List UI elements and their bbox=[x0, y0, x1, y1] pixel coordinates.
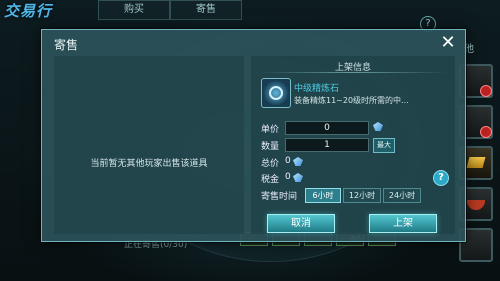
empty-listings-message: 当前暂无其他玩家出售该道具 bbox=[90, 159, 208, 169]
unit-price-input[interactable]: 0 bbox=[285, 121, 369, 135]
dialog-title: 寄售 bbox=[54, 38, 79, 52]
quantity-label: 数量 bbox=[261, 142, 280, 152]
divider bbox=[259, 72, 447, 73]
item-core-icon bbox=[269, 86, 283, 100]
unit-price-label: 单价 bbox=[261, 125, 280, 135]
quantity-input[interactable]: 1 bbox=[285, 138, 369, 152]
close-icon[interactable]: ✕ bbox=[439, 34, 457, 52]
consign-dialog: 寄售 ✕ 当前暂无其他玩家出售该道具 上架信息 中级精炼石 装备精炼11~20级… bbox=[41, 29, 466, 242]
tax-label: 税金 bbox=[261, 175, 280, 185]
refining-stone-icon[interactable] bbox=[261, 78, 291, 108]
other-listings-pane: 当前暂无其他玩家出售该道具 bbox=[54, 56, 244, 234]
list-item-button[interactable]: 上架 bbox=[369, 214, 437, 233]
max-quantity-button[interactable]: 最大 bbox=[373, 138, 395, 153]
cancel-button[interactable]: 取消 bbox=[267, 214, 335, 233]
total-price-value: 0 bbox=[285, 156, 291, 166]
duration-12h-button[interactable]: 12小时 bbox=[343, 188, 381, 203]
listing-info-pane: 上架信息 中级精炼石 装备精炼11~20级时所需的中... 单价 0 数量 1 … bbox=[251, 56, 455, 234]
locked-mark-icon bbox=[480, 85, 492, 97]
item-name: 中级精炼石 bbox=[294, 84, 340, 94]
tab-consign[interactable]: 寄售 bbox=[170, 0, 242, 20]
duration-24h-button[interactable]: 24小时 bbox=[383, 188, 421, 203]
diamond-currency-icon bbox=[293, 157, 303, 166]
diamond-currency-icon bbox=[373, 122, 383, 131]
item-description: 装备精炼11~20级时所需的中... bbox=[294, 96, 409, 105]
diamond-currency-icon bbox=[293, 173, 303, 182]
help-icon[interactable]: ? bbox=[433, 170, 449, 186]
tab-buy[interactable]: 购买 bbox=[98, 0, 170, 20]
auction-house-logo: 交易行 bbox=[4, 2, 53, 20]
tax-value: 0 bbox=[285, 172, 291, 182]
locked-mark-icon bbox=[480, 126, 492, 138]
duration-6h-button[interactable]: 6小时 bbox=[305, 188, 341, 203]
total-price-label: 总价 bbox=[261, 159, 280, 169]
top-tab-bar: 购买 寄售 bbox=[98, 0, 242, 20]
duration-label: 寄售时间 bbox=[261, 192, 298, 202]
